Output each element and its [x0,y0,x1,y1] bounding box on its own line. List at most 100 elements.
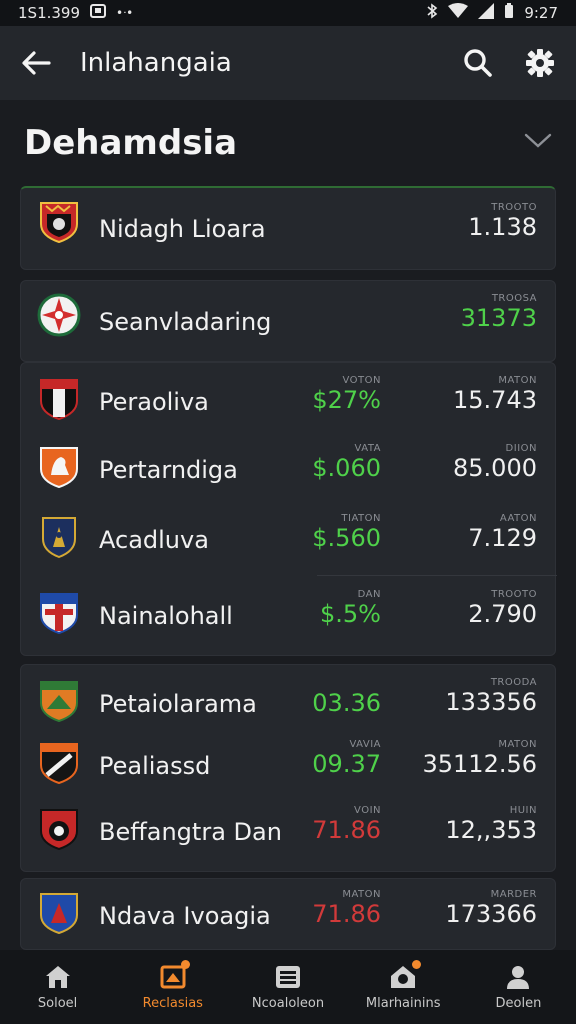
stat-value: 31373 [460,304,537,332]
bottom-nav: Soloel Reclasias Ncoaloleon Mlarhainins … [0,950,576,1024]
team-row[interactable]: Nainalohall DAN $.5% TROOTO 2.790 [21,581,557,651]
stat-column: VAVIA 09.37 [312,739,381,778]
list-icon [276,965,300,988]
green-orange-shield-icon [40,681,78,723]
team-row[interactable]: Acadluva TIATON $.560 AATON 7.129 [21,505,557,575]
home-icon [45,965,70,988]
team-card: Seanvladaring TROOSA 31373 [20,280,556,362]
stat-column: VOIN 71.86 [312,805,381,844]
team-name: Pealiassd [99,752,211,780]
team-row[interactable]: Peraoliva VOTON $27% MATON 15.743 [21,367,557,437]
back-arrow-icon[interactable] [18,45,54,81]
stat-caption: DAN [357,589,381,600]
stat-value: 09.37 [312,750,381,778]
orange-shield-icon [40,447,78,489]
stat-caption: VAVIA [349,739,381,750]
stat-column: TROOSA 31373 [461,293,537,332]
gear-icon[interactable] [522,45,558,81]
stat-value: 71.86 [312,816,381,844]
stat-value: 173366 [445,900,537,928]
stat-caption: MATON [498,739,537,750]
stat-value: 7.129 [468,524,537,552]
nav-label: Reclasias [142,995,203,1011]
stat-value: $.060 [312,454,381,482]
team-row[interactable]: Pealiassd VAVIA 09.37 MATON 35112.56 [21,731,557,801]
nav-item-stadium[interactable]: Mlarhainins [346,950,461,1024]
stat-column: DAN $.5% [320,589,381,628]
section-title: Dehamdsia [24,123,238,163]
team-name: Ndava Ivoagia [99,902,271,930]
battery-icon [504,3,514,23]
nav-item-list[interactable]: Ncoaloleon [230,950,345,1024]
stat-caption: VOTON [342,375,381,386]
team-name: Pertarndiga [99,456,238,484]
stat-value: 12,,353 [445,816,537,844]
team-name: Nainalohall [99,602,233,630]
stat-value: 85.000 [453,454,537,482]
team-name: Petaiolarama [99,690,257,718]
stat-caption: AATON [499,513,537,524]
signal-icon [478,3,495,23]
chevron-down-icon[interactable] [524,133,552,153]
stat-caption: MATON [342,889,381,900]
person-icon [507,965,530,989]
team-row[interactable]: Ndava Ivoagia MATON 71.86 MARDER 173366 [21,881,557,951]
nav-label: Ncoaloleon [251,995,325,1011]
notification-icon [90,4,107,22]
stat-value: 1.138 [468,213,537,241]
team-card: Nidagh Lioara TROOTO 1.138 [20,186,556,270]
team-row[interactable]: Seanvladaring TROOSA 31373 [21,287,557,357]
stat-caption: MATON [498,375,537,386]
bluetooth-icon [426,3,438,23]
stat-column: VATA $.060 [312,443,381,482]
navy-gold-shield-icon [42,517,76,559]
team-row[interactable]: Nidagh Lioara TROOTO 1.138 [21,194,557,264]
stat-column: HUIN 12,,353 [445,805,537,844]
team-card: Petaiolarama 03.36 TROODA 133356 Pealias… [20,664,556,872]
black-white-shield-icon [40,379,78,421]
stat-caption: TIATON [341,513,381,524]
stat-column: TROOTO 2.790 [468,589,537,628]
stat-caption: TROOSA [491,293,537,304]
blue-red-crest-icon [40,893,78,935]
team-name: Peraoliva [99,388,209,416]
stat-value: $.560 [312,524,381,552]
nav-label: Soloel [37,995,78,1011]
more-dots-icon: •ᐧ• [116,6,134,20]
stat-column: TROOTO 1.138 [468,202,537,241]
team-row[interactable]: Petaiolarama 03.36 TROODA 133356 [21,669,557,739]
team-name: Nidagh Lioara [99,215,266,243]
notification-dot [181,960,191,969]
stat-value: 15.743 [453,386,537,414]
red-star-circle-icon [37,293,81,337]
black-orange-shield-icon [40,743,78,785]
team-name: Seanvladaring [99,308,272,336]
nav-item-news[interactable]: Reclasias [115,950,230,1024]
status-clock: 9:27 [524,4,558,22]
stat-caption: HUIN [509,805,537,816]
stat-column: MATON 71.86 [312,889,381,928]
blue-red-shield-icon [40,593,78,635]
divider [317,575,557,576]
notification-dot [411,960,421,969]
red-crest-shield-icon [40,809,78,851]
team-card: Ndava Ivoagia MATON 71.86 MARDER 173366 [20,878,556,950]
section-header[interactable]: Dehamdsia [0,100,576,186]
stat-caption: TROOTO [491,589,537,600]
nav-item-profile[interactable]: Deolen [461,950,576,1024]
stat-value: $.5% [320,600,381,628]
team-row[interactable]: Beffangtra Dan VOIN 71.86 HUIN 12,,353 [21,797,557,867]
stat-value: 71.86 [312,900,381,928]
app-bar: Inlahangaia [0,26,576,100]
stat-caption: MARDER [490,889,537,900]
stat-column: MARDER 173366 [445,889,537,928]
stat-caption: DIION [505,443,537,454]
search-icon[interactable] [460,45,496,81]
team-row[interactable]: Pertarndiga VATA $.060 DIION 85.000 [21,435,557,505]
stat-column: VOTON $27% [312,375,381,414]
team-card: Peraoliva VOTON $27% MATON 15.743 Pertar… [20,362,557,656]
stat-value: $27% [312,386,381,414]
nav-item-home[interactable]: Soloel [0,950,115,1024]
team-name: Acadluva [99,526,209,554]
nav-label: Mlarhainins [365,995,441,1011]
